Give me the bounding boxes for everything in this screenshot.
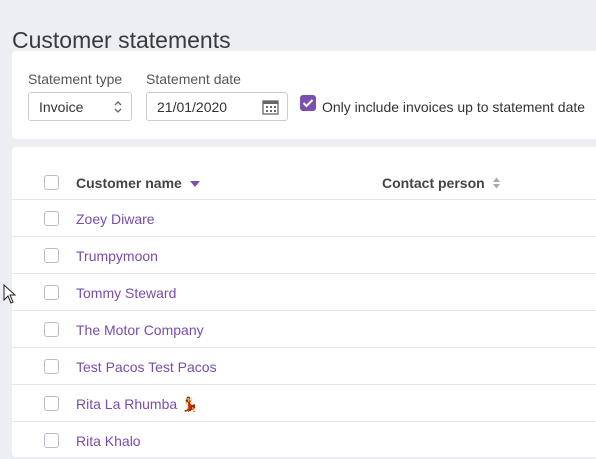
row-checkbox[interactable] xyxy=(44,396,59,411)
customer-name-link[interactable]: Rita La Rhumba 💃 xyxy=(76,396,199,413)
row-checkbox[interactable] xyxy=(44,285,59,300)
customer-name-text: Rita La Rhumba xyxy=(76,396,178,412)
filter-panel: Statement type Statement date Invoice 21… xyxy=(12,51,596,139)
customer-name-link[interactable]: Tommy Steward xyxy=(76,285,176,301)
chevron-updown-icon xyxy=(114,101,122,113)
sort-desc-icon xyxy=(189,181,200,187)
sort-both-icon xyxy=(492,177,500,189)
customer-name-link[interactable]: The Motor Company xyxy=(76,322,204,338)
customer-name-link[interactable]: Trumpymoon xyxy=(76,248,158,264)
customer-table: Customer name Contact person Zoey Diware… xyxy=(12,147,596,457)
contact-person-header-label: Contact person xyxy=(382,175,485,191)
table-row[interactable]: Zoey Diware xyxy=(12,199,596,237)
column-header-customer-name[interactable]: Customer name xyxy=(76,175,200,191)
row-checkbox[interactable] xyxy=(44,322,59,337)
table-row[interactable]: Rita La Rhumba 💃 xyxy=(12,384,596,422)
table-row[interactable]: The Motor Company xyxy=(12,310,596,348)
customer-name-link[interactable]: Rita Khalo xyxy=(76,433,141,449)
statement-date-value: 21/01/2020 xyxy=(157,99,228,115)
column-header-contact-person[interactable]: Contact person xyxy=(382,175,501,191)
checkmark-icon xyxy=(302,99,314,108)
statement-type-select[interactable]: Invoice xyxy=(28,92,132,121)
dancer-emoji-icon: 💃 xyxy=(181,396,199,412)
table-row[interactable]: Test Pacos Test Pacos xyxy=(12,347,596,385)
only-include-label[interactable]: Only include invoices up to statement da… xyxy=(322,99,585,115)
row-checkbox[interactable] xyxy=(44,211,59,226)
table-row[interactable]: Trumpymoon xyxy=(12,236,596,274)
mouse-cursor-icon xyxy=(3,284,17,304)
table-row[interactable]: Tommy Steward xyxy=(12,273,596,311)
row-checkbox[interactable] xyxy=(44,433,59,448)
statement-type-label: Statement type xyxy=(28,71,123,87)
customer-name-link[interactable]: Test Pacos Test Pacos xyxy=(76,359,217,375)
calendar-icon[interactable] xyxy=(262,99,279,115)
customer-name-link[interactable]: Zoey Diware xyxy=(76,211,155,227)
only-include-checkbox[interactable] xyxy=(300,95,316,111)
row-checkbox[interactable] xyxy=(44,248,59,263)
table-row[interactable]: Rita Khalo xyxy=(12,421,596,459)
customer-name-header-label: Customer name xyxy=(76,175,182,191)
statement-date-input[interactable]: 21/01/2020 xyxy=(146,92,288,121)
statement-type-value: Invoice xyxy=(39,99,84,115)
select-all-checkbox[interactable] xyxy=(44,175,59,190)
row-checkbox[interactable] xyxy=(44,359,59,374)
statement-date-label: Statement date xyxy=(146,71,241,87)
